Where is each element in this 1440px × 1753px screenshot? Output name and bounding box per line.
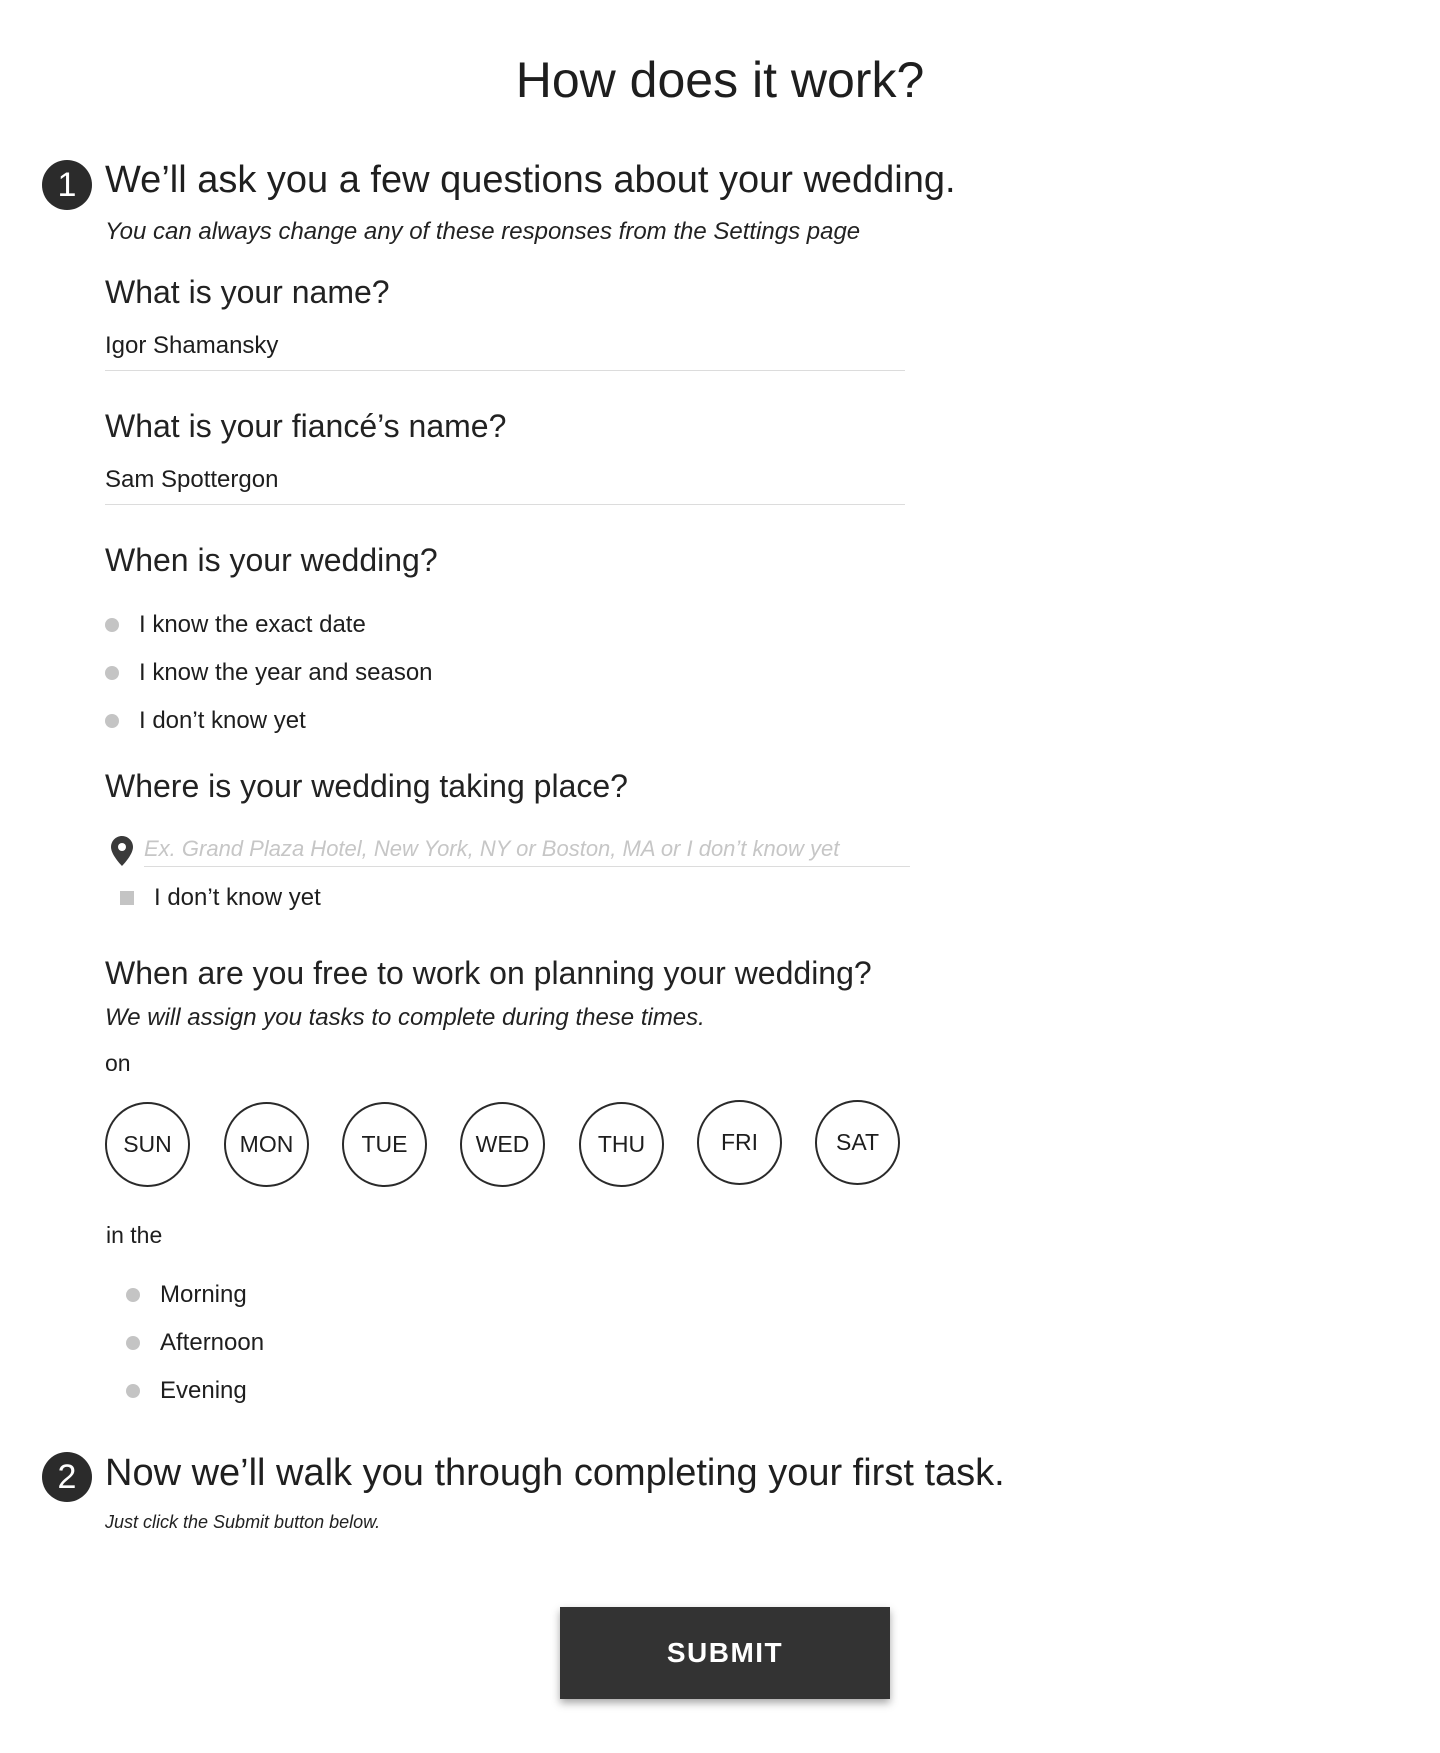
radio-afternoon[interactable]: Afternoon bbox=[126, 1328, 264, 1358]
radio-button[interactable] bbox=[126, 1384, 140, 1398]
step-1-subheading: You can always change any of these respo… bbox=[105, 218, 861, 245]
radio-label: Morning bbox=[160, 1281, 247, 1308]
fiance-name-input[interactable] bbox=[105, 466, 905, 505]
in-the-label: in the bbox=[106, 1222, 163, 1248]
step-2-heading: Now we’ll walk you through completing yo… bbox=[105, 1452, 1005, 1494]
page-title: How does it work? bbox=[515, 52, 925, 108]
step-2-subheading: Just click the Submit button below. bbox=[105, 1512, 381, 1532]
radio-label: I know the year and season bbox=[139, 659, 433, 686]
radio-exact-date[interactable]: I know the exact date bbox=[105, 610, 366, 640]
radio-evening[interactable]: Evening bbox=[126, 1376, 247, 1406]
map-pin-icon bbox=[111, 836, 133, 866]
step-2-badge: 2 bbox=[42, 1452, 92, 1502]
day-button-fri[interactable]: FRI bbox=[697, 1100, 782, 1185]
day-button-tue[interactable]: TUE bbox=[342, 1102, 427, 1187]
checkbox[interactable] bbox=[120, 891, 134, 905]
on-label: on bbox=[105, 1050, 131, 1076]
radio-button[interactable] bbox=[105, 618, 119, 632]
day-button-mon[interactable]: MON bbox=[224, 1102, 309, 1187]
availability-question-label: When are you free to work on planning yo… bbox=[105, 955, 872, 991]
radio-label: I don’t know yet bbox=[139, 707, 306, 734]
submit-button[interactable]: SUBMIT bbox=[560, 1607, 890, 1699]
day-button-sat[interactable]: SAT bbox=[815, 1100, 900, 1185]
day-button-sun[interactable]: SUN bbox=[105, 1102, 190, 1187]
radio-button[interactable] bbox=[105, 714, 119, 728]
step-1-heading: We’ll ask you a few questions about your… bbox=[105, 159, 956, 201]
radio-label: Afternoon bbox=[160, 1329, 265, 1356]
radio-button[interactable] bbox=[105, 666, 119, 680]
fiance-question-label: What is your fiancé’s name? bbox=[105, 408, 507, 444]
name-input[interactable] bbox=[105, 332, 905, 371]
radio-label: I know the exact date bbox=[139, 611, 366, 638]
radio-button[interactable] bbox=[126, 1288, 140, 1302]
step-1-badge: 1 bbox=[42, 160, 92, 210]
location-input[interactable] bbox=[144, 836, 910, 867]
availability-sublabel: We will assign you tasks to complete dur… bbox=[105, 1004, 705, 1031]
day-button-wed[interactable]: WED bbox=[460, 1102, 545, 1187]
radio-morning[interactable]: Morning bbox=[126, 1280, 247, 1310]
location-question-label: Where is your wedding taking place? bbox=[105, 768, 628, 804]
radio-label: Evening bbox=[160, 1377, 247, 1404]
radio-dont-know[interactable]: I don’t know yet bbox=[105, 706, 306, 736]
checkbox-label: I don’t know yet bbox=[154, 884, 321, 911]
location-unknown-checkbox[interactable]: I don’t know yet bbox=[120, 883, 321, 913]
name-question-label: What is your name? bbox=[105, 274, 390, 310]
radio-button[interactable] bbox=[126, 1336, 140, 1350]
radio-year-season[interactable]: I know the year and season bbox=[105, 658, 433, 688]
day-button-thu[interactable]: THU bbox=[579, 1102, 664, 1187]
date-question-label: When is your wedding? bbox=[105, 542, 438, 578]
